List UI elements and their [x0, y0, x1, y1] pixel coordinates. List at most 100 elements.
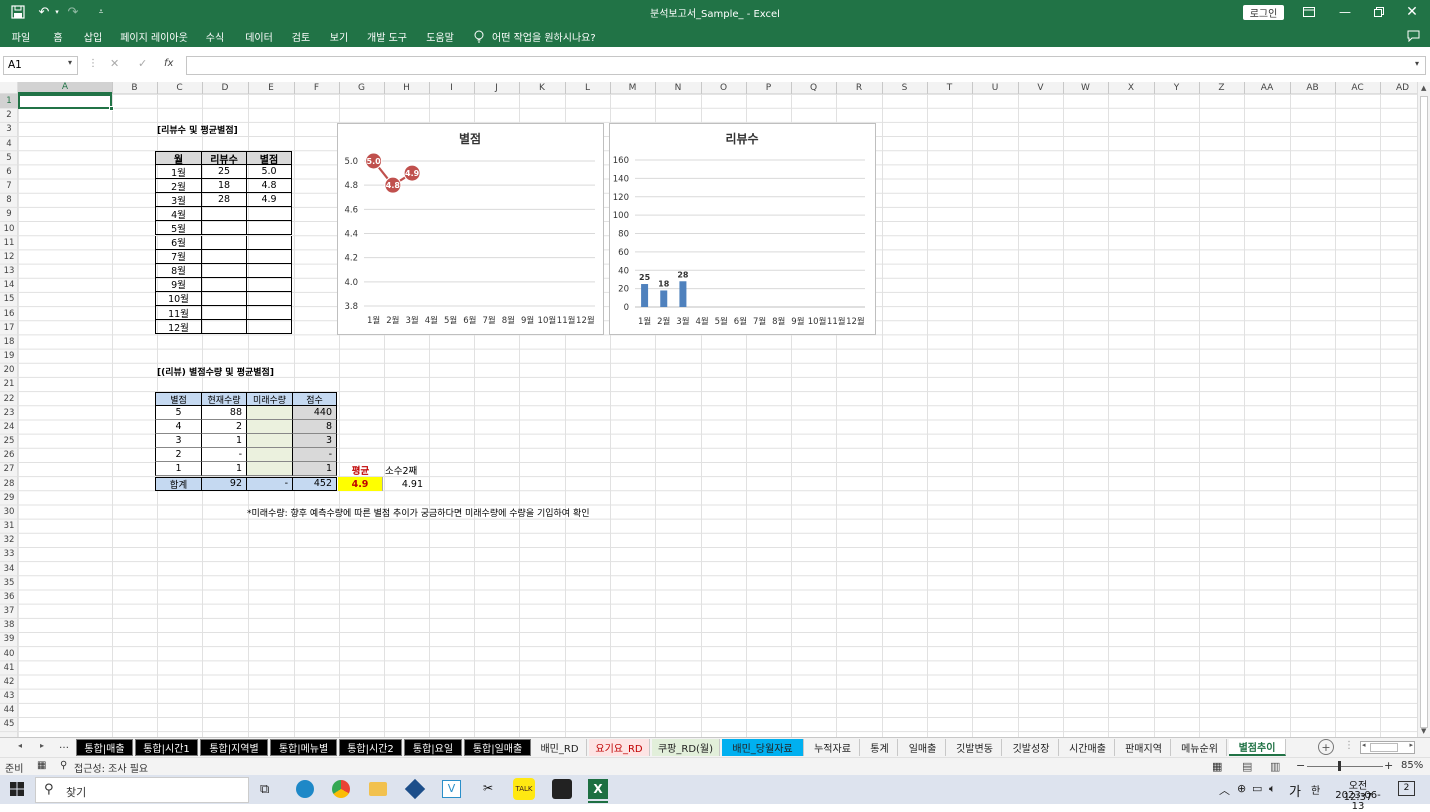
table2-cell[interactable]: 5 [155, 406, 201, 421]
sheet-tab[interactable]: 별점추이 [1229, 739, 1286, 756]
ime-mode-icon[interactable]: 한 [1311, 782, 1320, 797]
zoom-in-icon[interactable]: + [1384, 759, 1393, 772]
sheet-tab[interactable]: 깃발성장 [1004, 739, 1059, 756]
task-view-icon[interactable]: ⧉ [260, 782, 269, 797]
table2-cell[interactable]: 8 [292, 420, 337, 435]
table1-cell[interactable] [201, 249, 246, 264]
ribbon-display-icon[interactable] [1300, 3, 1318, 21]
row-header-45[interactable]: 45 [0, 717, 18, 731]
chrome-icon[interactable] [332, 780, 350, 798]
column-header-v[interactable]: V [1018, 82, 1063, 94]
row-header-31[interactable]: 31 [0, 519, 18, 533]
column-header-e[interactable]: E [248, 82, 294, 94]
table1-cell[interactable]: 5월 [155, 221, 201, 236]
table1-cell[interactable] [246, 207, 292, 222]
row-header-11[interactable]: 11 [0, 236, 18, 250]
row-header-22[interactable]: 22 [0, 392, 18, 406]
table1-cell[interactable] [246, 263, 292, 278]
zoom-slider[interactable] [1307, 766, 1383, 767]
windows-start-icon[interactable] [10, 782, 24, 799]
row-header-20[interactable]: 20 [0, 363, 18, 377]
table2-cell[interactable] [246, 462, 292, 477]
tab-help[interactable]: 도움말 [420, 28, 460, 44]
scroll-right-icon[interactable]: ▸ [1409, 741, 1413, 749]
table1-cell[interactable] [201, 320, 246, 335]
table2-cell[interactable]: 3 [292, 434, 337, 449]
tab-page-layout[interactable]: 페이지 레이아웃 [116, 28, 192, 44]
row-header-24[interactable]: 24 [0, 420, 18, 434]
sheet-tab[interactable]: 통합|매출 [76, 739, 133, 756]
row-header-14[interactable]: 14 [0, 278, 18, 292]
zoom-out-icon[interactable]: − [1296, 759, 1305, 772]
row-header-35[interactable]: 35 [0, 576, 18, 590]
column-header-p[interactable]: P [746, 82, 791, 94]
column-header-f[interactable]: F [294, 82, 339, 94]
customize-toolbar-icon[interactable]: ⩡ [95, 4, 107, 20]
table1-cell[interactable] [246, 291, 292, 306]
row-header-44[interactable]: 44 [0, 703, 18, 717]
network-icon[interactable]: ▭ [1252, 782, 1262, 795]
average-value[interactable]: 4.9 [338, 477, 383, 491]
row-header-6[interactable]: 6 [0, 165, 18, 179]
table1-cell[interactable] [201, 221, 246, 236]
table1-cell[interactable] [246, 249, 292, 264]
table1-cell[interactable] [246, 306, 292, 321]
table1-cell[interactable]: 12월 [155, 320, 201, 335]
accessibility-status[interactable]: 접근성: 조사 필요 [74, 760, 148, 775]
table1-cell[interactable]: 2월 [155, 179, 201, 194]
sheet-tab[interactable]: 일매출 [900, 739, 946, 756]
row-header-39[interactable]: 39 [0, 632, 18, 646]
row-header-9[interactable]: 9 [0, 207, 18, 221]
column-header-d[interactable]: D [202, 82, 248, 94]
column-header-l[interactable]: L [565, 82, 610, 94]
scroll-up-icon[interactable]: ▲ [1421, 84, 1426, 92]
column-header-o[interactable]: O [701, 82, 746, 94]
table2-total-cell[interactable]: 합계 [155, 476, 201, 491]
row-header-10[interactable]: 10 [0, 222, 18, 236]
sheet-tab[interactable]: 통합|일매출 [464, 739, 531, 756]
redo-icon[interactable]: ↷ [64, 4, 82, 20]
fill-handle[interactable] [109, 106, 114, 111]
sheet-tab[interactable]: 깃발변동 [948, 739, 1002, 756]
column-header-z[interactable]: Z [1199, 82, 1244, 94]
worksheet-grid[interactable]: A B C D E F G H I J K L M N O P Q R S T U V W X Y Z AA AB AC AD 12345… [0, 82, 1430, 737]
column-header-x[interactable]: X [1108, 82, 1154, 94]
row-header-19[interactable]: 19 [0, 349, 18, 363]
table2-cell[interactable]: 2 [155, 448, 201, 463]
scroll-left-icon[interactable]: ◂ [1362, 741, 1366, 749]
table1-cell[interactable]: 18 [201, 179, 246, 194]
taskbar-search[interactable]: ⚲ 찾기 [35, 777, 249, 803]
row-header-8[interactable]: 8 [0, 193, 18, 207]
row-header-18[interactable]: 18 [0, 335, 18, 349]
row-header-43[interactable]: 43 [0, 689, 18, 703]
sheet-tab[interactable]: 통합|지역별 [200, 739, 268, 756]
column-header-ac[interactable]: AC [1335, 82, 1380, 94]
table2-cell[interactable]: 1 [201, 462, 246, 477]
column-header-q[interactable]: Q [791, 82, 836, 94]
expand-formula-icon[interactable]: ▾ [1415, 59, 1419, 68]
row-header-5[interactable]: 5 [0, 151, 18, 165]
table2-cell[interactable]: - [201, 448, 246, 463]
sheet-tab[interactable]: 시간매출 [1061, 739, 1115, 756]
row-header-12[interactable]: 12 [0, 250, 18, 264]
column-header-b[interactable]: B [112, 82, 157, 94]
column-header-j[interactable]: J [474, 82, 519, 94]
table2-cell[interactable]: 1 [201, 434, 246, 449]
tray-expand-icon[interactable]: ︿ [1219, 782, 1230, 798]
tab-formulas[interactable]: 수식 [200, 28, 230, 44]
row-header-27[interactable]: 27 [0, 462, 18, 476]
table1-cell[interactable]: 5.0 [246, 165, 292, 180]
formula-input[interactable] [186, 56, 1426, 75]
table1-cell[interactable] [246, 320, 292, 335]
table2-cell[interactable] [246, 448, 292, 463]
comment-icon[interactable] [1404, 27, 1422, 45]
row-header-40[interactable]: 40 [0, 647, 18, 661]
enter-icon[interactable]: ✓ [138, 57, 147, 70]
bar[interactable] [679, 281, 687, 307]
table1-cell[interactable]: 6월 [155, 235, 201, 250]
column-header-g[interactable]: G [339, 82, 384, 94]
sheet-tab[interactable]: 메뉴순위 [1173, 739, 1227, 756]
column-header-aa[interactable]: AA [1244, 82, 1290, 94]
row-header-21[interactable]: 21 [0, 377, 18, 391]
undo-icon[interactable]: ↶ [35, 4, 53, 20]
